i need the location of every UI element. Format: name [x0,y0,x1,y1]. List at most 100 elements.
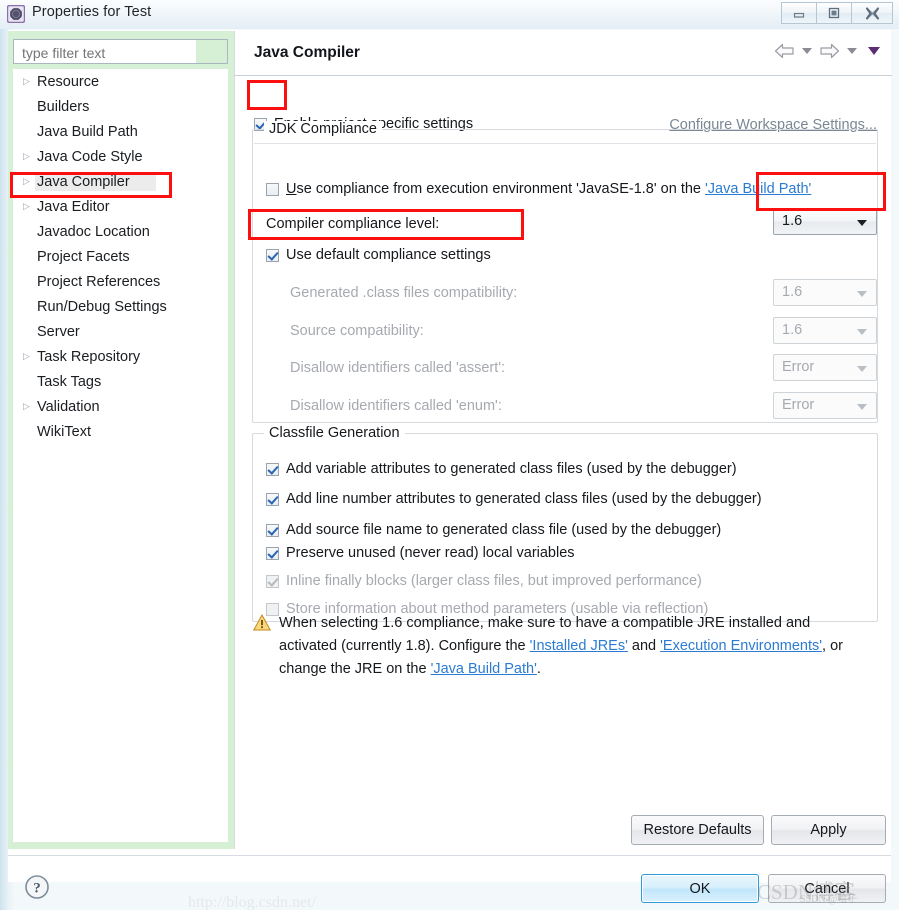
classfile-option-label-1: Add line number attributes to generated … [286,491,762,507]
sidebar-item-task-tags[interactable]: Task Tags [13,369,228,394]
settings-tree-panel: ▷ResourceBuildersJava Build Path▷Java Co… [8,31,234,849]
expand-arrow-icon[interactable]: ▷ [23,152,37,161]
chevron-down-icon [857,291,867,297]
classfile-option-checkbox-3[interactable] [266,546,279,560]
sidebar-item-task-repository[interactable]: ▷ Task Repository [13,344,228,369]
jdk-field-label-2: Disallow identifiers called 'assert': [290,360,506,376]
expand-arrow-icon[interactable]: ▷ [23,77,37,86]
title-bar[interactable]: Properties for Test [0,0,899,29]
jdk-field-value-2: Error [782,359,815,375]
execution-environments-link[interactable]: 'Execution Environments' [660,638,822,654]
use-exec-env-text: se compliance from execution environment… [296,181,706,197]
jdk-compliance-group-title: JDK Compliance [264,121,382,137]
compiler-compliance-level-combo[interactable]: 1.6 [773,208,877,235]
java-build-path-link-2[interactable]: 'Java Build Path' [431,661,537,677]
footer-divider [8,855,891,856]
compiler-compliance-level-label: Compiler compliance level: [266,216,440,232]
sidebar-item-label: Task Repository [37,348,141,365]
sidebar-item-label: Project References [37,273,161,290]
filter-text-wrapper[interactable] [13,39,228,64]
jdk-field-combo-1: 1.6 [773,317,877,344]
view-menu-caret-icon[interactable] [868,47,880,55]
content-header: Java Compiler [235,31,892,76]
classfile-option-row-2[interactable]: Add source file name to generated class … [266,522,721,538]
sidebar-item-validation[interactable]: ▷ Validation [13,394,228,419]
classfile-option-label-3: Preserve unused (never read) local varia… [286,545,575,561]
sidebar-item-java-build-path[interactable]: Java Build Path [13,119,228,144]
sidebar-item-label: Builders [37,98,90,115]
maximize-button[interactable] [816,2,852,24]
expand-arrow-icon[interactable]: ▷ [23,402,37,411]
apply-button[interactable]: Apply [771,815,886,845]
jdk-field-label-1: Source compatibility: [290,323,424,339]
eclipse-properties-icon [7,5,25,23]
cancel-button[interactable]: Cancel [768,874,886,903]
classfile-option-checkbox-1[interactable] [266,492,279,506]
jdk-field-value-3: Error [782,397,815,413]
sidebar-item-label: Task Tags [37,373,102,390]
sidebar-item-wikitext[interactable]: WikiText [13,419,228,444]
sidebar-item-label: Java Code Style [37,148,143,165]
classfile-option-row-3[interactable]: Preserve unused (never read) local varia… [266,545,575,561]
expand-arrow-icon[interactable]: ▷ [23,202,37,211]
sidebar-item-label: Javadoc Location [37,223,150,240]
warning-part2: and [627,638,661,654]
java-build-path-link-1[interactable]: 'Java Build Path' [705,181,811,197]
minimize-button[interactable] [781,2,817,24]
sidebar-item-builders[interactable]: Builders [13,94,228,119]
use-execution-environment-checkbox[interactable] [266,182,279,196]
close-button[interactable] [851,2,893,24]
use-default-compliance-row[interactable]: Use default compliance settings [266,247,491,263]
chevron-down-icon [857,220,867,226]
sidebar-item-label: Java Build Path [37,123,138,140]
chevron-down-icon [857,404,867,410]
classfile-option-row-0[interactable]: Add variable attributes to generated cla… [266,461,737,477]
sidebar-item-run-debug-settings[interactable]: Run/Debug Settings [13,294,228,319]
sidebar-item-label: Server [37,323,80,340]
sidebar-item-javadoc-location[interactable]: Javadoc Location [13,219,228,244]
help-icon[interactable]: ? [24,874,50,900]
warning-triangle-icon [253,614,271,631]
use-default-compliance-label: Use default compliance settings [286,247,491,263]
compliance-warning: When selecting 1.6 compliance, make sure… [253,612,853,681]
restore-defaults-button[interactable]: Restore Defaults [631,815,764,845]
properties-dialog: Properties for Test ▷Resource Builders Jav… [0,0,899,910]
settings-tree[interactable]: ▷ Resource Builders Java Build Path ▷ Java Co… [13,69,228,842]
filter-decoration [196,40,227,63]
classfile-option-label-2: Add source file name to generated class … [286,522,722,538]
warning-part4: . [536,661,541,677]
sidebar-item-label: Java Compiler [35,172,156,191]
use-default-compliance-checkbox[interactable] [266,248,279,262]
classfile-option-row-4: Inline finally blocks (larger class file… [266,573,702,589]
expand-arrow-icon[interactable]: ▷ [23,352,37,361]
sidebar-item-resource[interactable]: ▷ Resource [13,69,228,94]
sidebar-item-server[interactable]: Server [13,319,228,344]
sidebar-item-java-code-style[interactable]: ▷ Java Code Style [13,144,228,169]
sidebar-item-java-compiler[interactable]: ▷ Java Compiler [13,169,228,194]
ok-button[interactable]: OK [641,874,759,903]
classfile-option-checkbox-2[interactable] [266,523,279,537]
sidebar-item-label: Run/Debug Settings [37,298,167,315]
classfile-option-row-1[interactable]: Add line number attributes to generated … [266,491,762,507]
use-execution-environment-label: Use compliance from execution environmen… [286,181,811,197]
sidebar-item-project-references[interactable]: Project References [13,269,228,294]
compliance-warning-text: When selecting 1.6 compliance, make sure… [279,612,853,681]
navigation-icons [774,43,880,59]
use-execution-environment-row[interactable]: Use compliance from execution environmen… [266,181,811,197]
filter-input[interactable] [20,42,194,63]
sidebar-item-project-facets[interactable]: Project Facets [13,244,228,269]
sidebar-item-label: Java Editor [37,198,110,215]
classfile-generation-group-title: Classfile Generation [264,425,405,441]
jdk-field-label-3: Disallow identifiers called 'enum': [290,398,502,414]
sidebar-item-label: Validation [37,398,100,415]
classfile-option-checkbox-0[interactable] [266,462,279,476]
forward-history-caret-icon[interactable] [847,48,857,54]
back-history-caret-icon[interactable] [802,48,812,54]
content-pane: Java Compiler Enable project specific se… [234,31,892,849]
installed-jres-link[interactable]: 'Installed JREs' [530,638,628,654]
jdk-field-combo-0: 1.6 [773,279,877,306]
sidebar-item-java-editor[interactable]: ▷ Java Editor [13,194,228,219]
back-arrow-icon[interactable] [774,43,795,59]
forward-arrow-icon[interactable] [819,43,840,59]
jdk-field-value-1: 1.6 [782,322,803,338]
